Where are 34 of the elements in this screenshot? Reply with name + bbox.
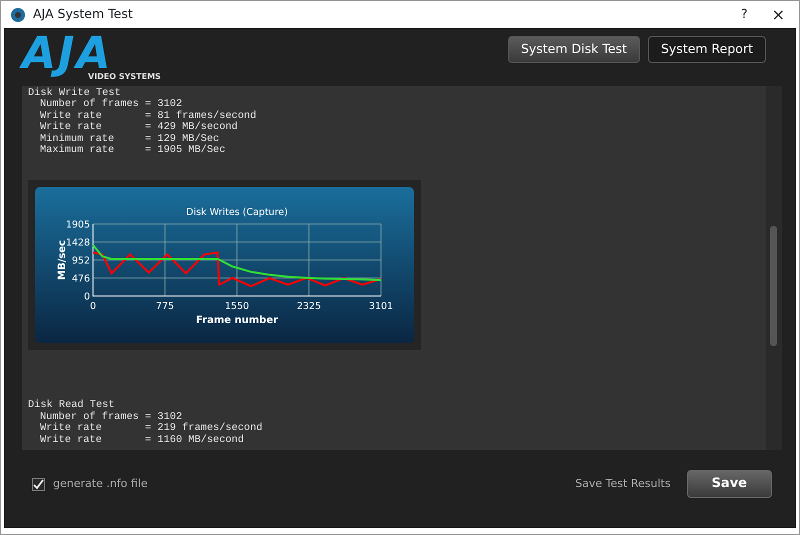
x-tick-label: 2325 [296, 301, 322, 312]
y-tick-label: 1905 [66, 220, 90, 231]
close-button[interactable]: × [772, 2, 785, 26]
checkbox[interactable] [32, 478, 45, 490]
section-title: Disk Read Test [28, 400, 116, 412]
y-tick-label: 1428 [66, 238, 90, 249]
x-tick-label: 0 [90, 301, 96, 312]
chart-title: Disk Writes (Capture) [186, 207, 288, 218]
result-line: Minimum rate = 129 MB/Sec [39, 134, 220, 145]
window-title: AJA System Test [33, 5, 133, 24]
help-button[interactable]: ? [740, 5, 748, 24]
save-button[interactable]: Save [686, 470, 772, 498]
save-label: Save Test Results [575, 476, 671, 492]
result-line: Write rate = 1160 MB/second [39, 434, 245, 446]
result-line: Number of frames = 3102 [39, 99, 184, 110]
y-tick-label: 476 [72, 274, 90, 285]
header-button[interactable]: System Report [648, 36, 766, 63]
result-line: Write rate = 81 frames/second [39, 110, 258, 122]
app-icon [11, 8, 25, 22]
y-tick-label: 952 [72, 256, 90, 267]
result-line: Write rate = 219 frames/second [39, 423, 264, 434]
x-tick-label: 775 [156, 301, 174, 312]
x-axis-label: Frame number [196, 315, 278, 326]
result-line: Number of frames = 3102 [39, 412, 182, 423]
section-title: Disk Write Test [28, 88, 121, 99]
y-tick-label: 0 [84, 292, 90, 303]
scrollbar[interactable] [766, 86, 782, 450]
result-line: Write rate = 429 MB/second [39, 122, 239, 134]
x-tick-label: 1550 [224, 301, 250, 312]
y-axis-label: MB/sec [57, 240, 68, 280]
result-line: Maximum rate = 1905 MB/Sec [39, 145, 226, 156]
header-button[interactable]: System Disk Test [508, 36, 640, 63]
checkbox-label: generate .nfo file [53, 476, 148, 492]
x-tick-label: 3101 [368, 301, 394, 312]
